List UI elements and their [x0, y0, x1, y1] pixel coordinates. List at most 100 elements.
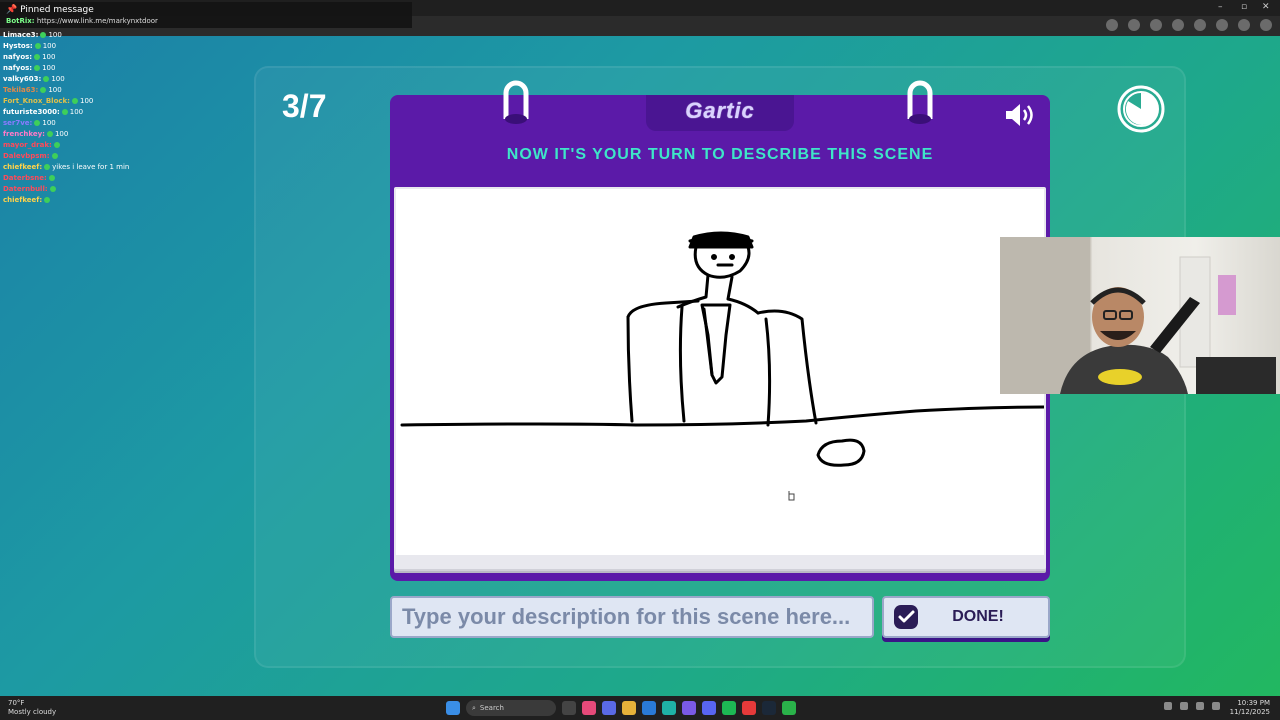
- steam-icon[interactable]: [762, 701, 776, 715]
- chat-message: Hystos: 100: [3, 41, 243, 52]
- scene-card: Gartic NOW IT'S YOUR TURN TO DESCRIBE TH…: [390, 80, 1050, 581]
- emote-icon: [48, 175, 55, 181]
- chat-text: 100: [42, 119, 56, 127]
- chat-username[interactable]: nafyos:: [3, 53, 32, 61]
- chat-message: Fort_Knox_Block: 100: [3, 96, 243, 107]
- app-icon[interactable]: [642, 701, 656, 715]
- chat-username[interactable]: frenchkey:: [3, 130, 45, 138]
- extension-icon[interactable]: [1128, 19, 1140, 31]
- emote-icon: [44, 197, 51, 203]
- chat-username[interactable]: chiefkeef:: [3, 196, 42, 204]
- taskbar-search[interactable]: ⌕ Search: [466, 700, 556, 716]
- chat-message: valky603: 100: [3, 74, 243, 85]
- weather-desc: Mostly cloudy: [8, 708, 57, 716]
- chat-username[interactable]: chiefkeef:: [3, 163, 42, 171]
- gartic-logo: Gartic: [685, 98, 755, 123]
- emote-icon: [53, 142, 60, 148]
- emote-icon: [34, 65, 41, 71]
- menu-icon[interactable]: [1260, 19, 1272, 31]
- emote-icon: [61, 109, 68, 115]
- weather-widget[interactable]: 70°F Mostly cloudy: [8, 699, 56, 717]
- spotify-icon[interactable]: [722, 701, 736, 715]
- chat-username[interactable]: ser7ve:: [3, 119, 32, 127]
- taskbar-clock[interactable]: 10:39 PM 11/12/2025: [1230, 699, 1270, 717]
- binder-ring-icon: [907, 80, 933, 124]
- chat-overlay: Limace3: 100 Hystos: 100 nafyos: 100 nafyos: 10…: [3, 30, 243, 206]
- emote-icon: [34, 43, 41, 49]
- app-icon[interactable]: [742, 701, 756, 715]
- clock-time: 10:39 PM: [1237, 699, 1270, 707]
- chat-text: 100: [42, 42, 57, 50]
- profile-avatar[interactable]: [1238, 19, 1250, 31]
- app-icon[interactable]: [782, 701, 796, 715]
- chat-username[interactable]: Dalevbpsm:: [3, 152, 50, 160]
- chat-text: 100: [42, 64, 56, 72]
- chat-text: 100: [48, 86, 62, 94]
- file-explorer-icon[interactable]: [622, 701, 636, 715]
- extension-icon[interactable]: [1194, 19, 1206, 31]
- emote-icon: [43, 76, 50, 82]
- app-icon[interactable]: [682, 701, 696, 715]
- chat-message: Limace3: 100: [3, 30, 243, 41]
- extension-icon[interactable]: [1216, 19, 1228, 31]
- round-counter: 3/7: [282, 88, 327, 124]
- done-button[interactable]: DONE!: [882, 596, 1050, 638]
- extension-icon[interactable]: [1150, 19, 1162, 31]
- bookmark-icon[interactable]: [1106, 19, 1118, 31]
- restore-icon[interactable]: ▫: [1241, 2, 1247, 12]
- discord-icon[interactable]: [702, 701, 716, 715]
- chat-text: 100: [80, 97, 94, 105]
- chat-username[interactable]: Daternbull:: [3, 185, 48, 193]
- chat-text: 100: [48, 31, 62, 39]
- chat-username[interactable]: mayor_drak:: [3, 141, 52, 149]
- minimize-icon[interactable]: –: [1218, 2, 1223, 12]
- mic-icon[interactable]: [1180, 702, 1188, 710]
- chat-username[interactable]: Limace3:: [3, 31, 38, 39]
- emote-icon: [40, 87, 47, 93]
- timer-icon: [1117, 85, 1165, 133]
- app-icon[interactable]: [582, 701, 596, 715]
- clock-date: 11/12/2025: [1229, 708, 1270, 716]
- search-icon: ⌕: [472, 703, 476, 712]
- chat-message: Dalevbpsm:: [3, 151, 243, 162]
- chat-message: Tekila63: 100: [3, 85, 243, 96]
- chat-message: ser7ve: 100: [3, 118, 243, 129]
- chat-username[interactable]: futuriste3000:: [3, 108, 60, 116]
- chat-message: Daterbsne:: [3, 173, 243, 184]
- start-icon[interactable]: [446, 701, 460, 715]
- emote-icon: [46, 131, 53, 137]
- chat-username[interactable]: Tekila63:: [3, 86, 38, 94]
- binder-ring-icon: [503, 80, 529, 124]
- chat-username[interactable]: Daterbsne:: [3, 174, 47, 182]
- chat-text: 100: [51, 75, 65, 83]
- drawing-canvas: [396, 189, 1044, 555]
- taskbar-apps: ⌕ Search: [446, 700, 796, 716]
- chat-message: futuriste3000: 100: [3, 107, 243, 118]
- task-view-icon[interactable]: [562, 701, 576, 715]
- app-icon[interactable]: [602, 701, 616, 715]
- speaker-icon[interactable]: [1004, 101, 1038, 129]
- emote-icon: [34, 120, 41, 126]
- chat-text: 100: [69, 108, 84, 116]
- chat-username[interactable]: nafyos:: [3, 64, 32, 72]
- pinned-title: Pinned message: [20, 5, 94, 15]
- check-icon: [894, 605, 918, 629]
- chat-message: chiefkeef:: [3, 195, 243, 206]
- volume-icon[interactable]: [1212, 702, 1220, 710]
- wifi-icon[interactable]: [1196, 702, 1204, 710]
- chat-username[interactable]: Fort_Knox_Block:: [3, 97, 70, 105]
- extension-icon[interactable]: [1172, 19, 1184, 31]
- streamer-webcam: [1000, 237, 1280, 394]
- chat-username[interactable]: valky603:: [3, 75, 41, 83]
- emote-icon: [40, 32, 47, 38]
- chat-username[interactable]: Hystos:: [3, 42, 33, 50]
- pinned-link[interactable]: https://www.link.me/markynxtdoor: [37, 17, 158, 25]
- chat-message: nafyos: 100: [3, 63, 243, 74]
- emote-icon: [51, 153, 58, 159]
- edge-icon[interactable]: [662, 701, 676, 715]
- pinned-message: 📌 Pinned message BotRix: https://www.lin…: [0, 2, 412, 28]
- description-input[interactable]: [390, 596, 874, 638]
- close-icon[interactable]: ✕: [1262, 2, 1270, 12]
- pin-icon: 📌: [6, 5, 18, 15]
- chevron-up-icon[interactable]: [1164, 702, 1172, 710]
